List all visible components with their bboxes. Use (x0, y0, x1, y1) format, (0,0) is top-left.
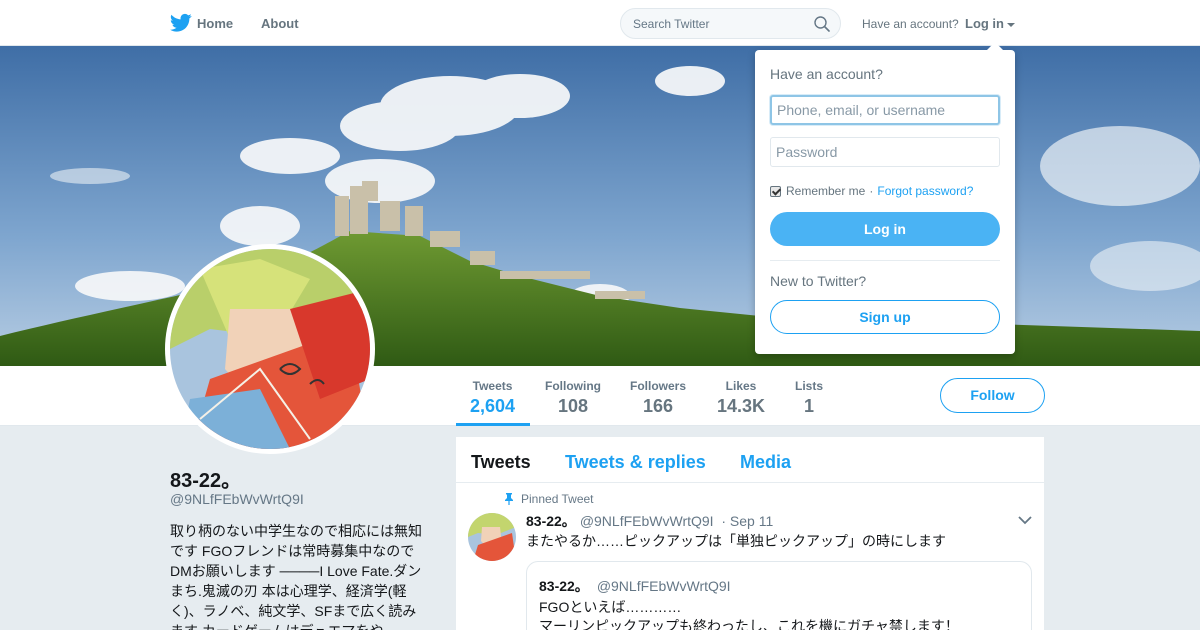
quote-text-line: FGOといえば………… (539, 599, 682, 615)
search-input[interactable]: Search Twitter (620, 8, 841, 39)
chevron-down-icon[interactable] (1018, 515, 1032, 525)
stat-followers[interactable]: Followers 166 (630, 379, 686, 417)
dropdown-arrow (987, 42, 1003, 50)
quote-text-line: マーリンピックアップも終わったし、これを機にガチャ禁します！ (539, 618, 959, 630)
login-dropdown-title: Have an account? (770, 66, 883, 82)
stat-tweets[interactable]: Tweets 2,604 (470, 379, 515, 417)
nav-about-link[interactable]: About (261, 16, 299, 31)
tweet-text: またやるか……ピックアップは「単独ピックアップ」の時にします (526, 533, 946, 549)
timeline: Tweets Tweets & replies Media Pinned Twe… (456, 437, 1044, 630)
avatar (170, 249, 370, 449)
stat-label: Lists (795, 379, 824, 393)
profile-bio: 取り柄のない中学生なので相応には無知です FGOフレンドは常時募集中なのでDMお… (170, 523, 422, 630)
remember-separator: · (869, 184, 874, 198)
stat-value: 1 (804, 396, 815, 416)
remember-row: Remember me · Forgot password? (770, 184, 973, 198)
quoted-tweet[interactable]: 83-22。 @9NLfFEbWvWrtQ9I FGOといえば………… マーリンピ… (526, 561, 1032, 630)
follow-button[interactable]: Follow (940, 378, 1045, 413)
stat-lists[interactable]: Lists 1 (795, 379, 823, 417)
profile-handle[interactable]: @9NLfFEbWvWrtQ9I (170, 491, 304, 507)
timeline-tabs: Tweets Tweets & replies Media (456, 437, 1044, 483)
login-dropdown-toggle[interactable]: Log in (965, 16, 1015, 31)
tweet-separator: · (717, 513, 730, 529)
quote-author-name: 83-22。 (539, 578, 589, 594)
stat-likes[interactable]: Likes 14.3K (717, 379, 765, 417)
pinned-label: Pinned Tweet (521, 492, 594, 506)
login-button[interactable]: Log in (770, 212, 1000, 246)
tweet-avatar-image (468, 513, 516, 561)
login-dropdown: Have an account? Remember me · Forgot pa… (755, 42, 1015, 354)
search-placeholder: Search Twitter (633, 17, 710, 31)
login-link-label: Log in (965, 16, 1004, 31)
new-to-twitter-text: New to Twitter? (770, 273, 867, 289)
tab-tweets-replies[interactable]: Tweets & replies (565, 452, 706, 473)
tweet-header: 83-22。 @9NLfFEbWvWrtQ9I · Sep 11 (526, 511, 773, 531)
chevron-down-icon (1007, 22, 1015, 27)
password-field[interactable] (770, 137, 1000, 167)
nav-home-link[interactable]: Home (197, 16, 233, 31)
quote-author-handle: @9NLfFEbWvWrtQ9I (596, 578, 731, 594)
tab-media[interactable]: Media (740, 452, 791, 473)
pinned-tweet-context: Pinned Tweet (504, 492, 594, 506)
username-field[interactable] (770, 95, 1000, 125)
tweet-date[interactable]: Sep 11 (730, 513, 773, 529)
quote-header: 83-22。 @9NLfFEbWvWrtQ9I (539, 576, 731, 596)
stat-value: 14.3K (717, 396, 766, 416)
stat-value: 166 (642, 396, 674, 416)
profile-name: 83-22。 (170, 470, 242, 492)
remember-me-label[interactable]: Remember me (786, 184, 865, 198)
remember-me-checkbox[interactable] (770, 185, 781, 197)
stat-label: Followers (630, 379, 687, 393)
tab-tweets[interactable]: Tweets (471, 452, 531, 473)
tweet-avatar[interactable] (468, 513, 516, 561)
avatar-image (170, 249, 370, 449)
top-nav: Home About Search Twitter Have an accoun… (0, 0, 1200, 46)
stat-label: Following (545, 379, 601, 393)
stat-label: Likes (725, 379, 757, 393)
search-icon[interactable] (814, 16, 830, 32)
stat-value: 2,604 (470, 396, 516, 416)
profile-avatar[interactable] (165, 244, 375, 454)
pin-icon (505, 493, 513, 505)
active-tab-underline (456, 423, 530, 426)
stat-label: Tweets (472, 379, 513, 393)
signup-button[interactable]: Sign up (770, 300, 1000, 334)
stat-following[interactable]: Following 108 (545, 379, 601, 417)
tweet-author-handle[interactable]: @9NLfFEbWvWrtQ9I (580, 513, 714, 529)
divider (770, 260, 1000, 261)
twitter-bird-icon[interactable] (170, 13, 192, 33)
tweet-author-name[interactable]: 83-22。 (526, 513, 576, 529)
have-account-text: Have an account? (862, 17, 959, 31)
forgot-password-link[interactable]: Forgot password? (877, 184, 973, 198)
stat-value: 108 (557, 396, 589, 416)
